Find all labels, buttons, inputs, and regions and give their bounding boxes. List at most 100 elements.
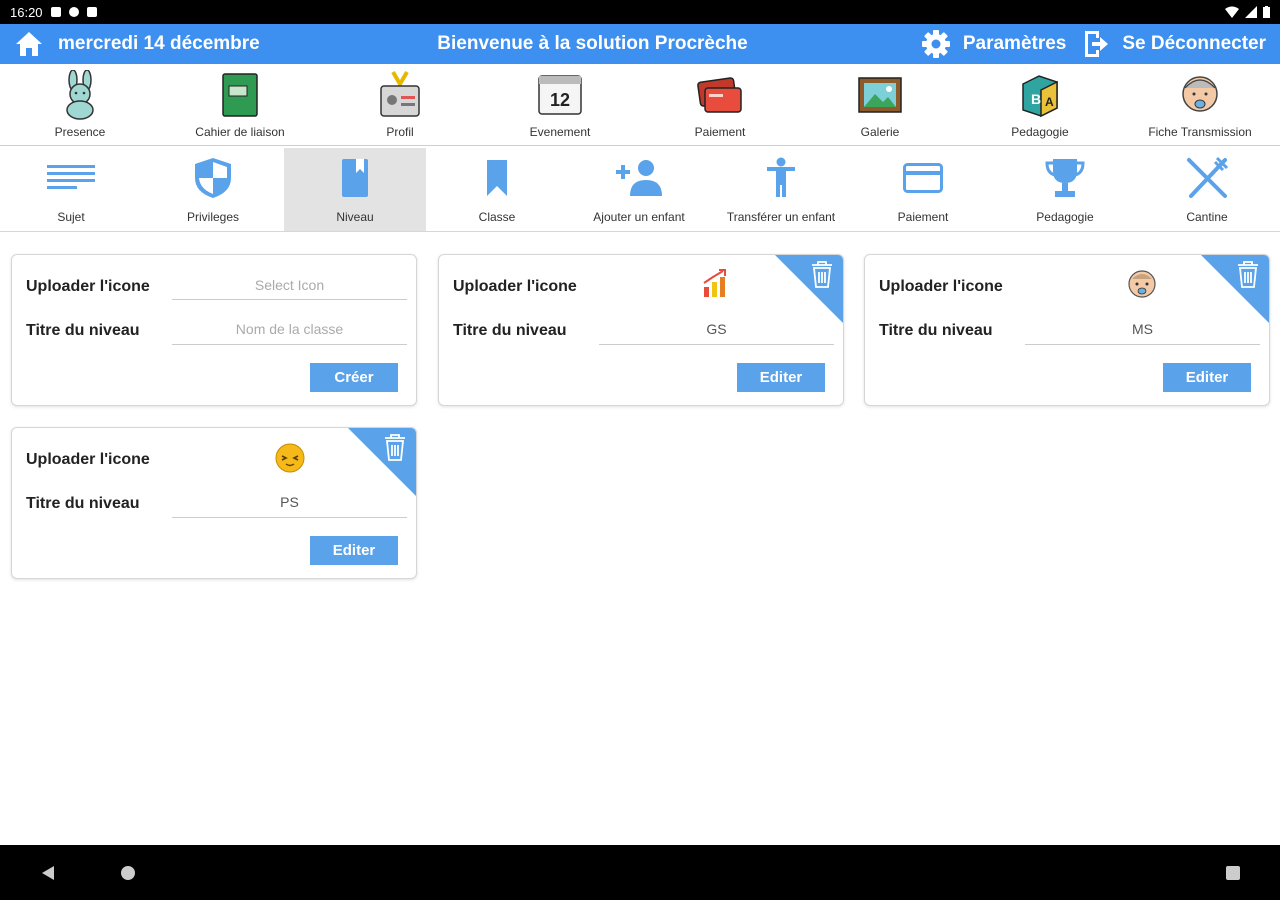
delete-button[interactable]: [1201, 255, 1269, 323]
tab-paiement[interactable]: Paiement: [852, 148, 994, 231]
module-fiche-transmission[interactable]: Fiche Transmission: [1120, 64, 1280, 145]
level-card-ps: Uploader l'icone Titre du niveau PS Edit…: [11, 427, 417, 579]
tab-label: Sujet: [57, 210, 85, 224]
level-name-value[interactable]: PS: [172, 494, 407, 510]
admin-tabs: Sujet Privileges Niveau Classe Ajouter u…: [0, 148, 1280, 232]
svg-text:A: A: [1045, 95, 1054, 109]
module-galerie[interactable]: Galerie: [800, 64, 960, 145]
calendar-icon: 12: [534, 69, 586, 121]
module-label: Paiement: [694, 125, 746, 139]
settings-button[interactable]: Paramètres: [921, 29, 1067, 59]
upload-icon-label: Uploader l'icone: [453, 278, 577, 295]
select-icon-input[interactable]: Select Icon: [172, 277, 407, 293]
edit-button[interactable]: Editer: [1163, 363, 1251, 392]
tab-sujet[interactable]: Sujet: [0, 148, 142, 231]
home-icon: [16, 32, 42, 56]
module-paiement[interactable]: Paiement: [640, 64, 800, 145]
credit-card-icon: [694, 69, 746, 121]
baby-icon: [1174, 69, 1226, 121]
input-underline: [172, 299, 407, 300]
status-bar: 16:20: [0, 0, 1280, 24]
delete-button[interactable]: [775, 255, 843, 323]
home-button[interactable]: [12, 27, 46, 61]
tab-cantine[interactable]: Cantine: [1136, 148, 1278, 231]
home-nav-icon[interactable]: [120, 865, 136, 881]
level-title-label: Titre du niveau: [26, 495, 140, 512]
tab-niveau[interactable]: Niveau: [284, 148, 426, 231]
current-date: mercredi 14 décembre: [58, 33, 260, 54]
tab-label: Pedagogie: [1036, 210, 1094, 224]
lines-icon: [47, 154, 95, 202]
tab-label: Classe: [478, 210, 516, 224]
battery-icon: [1263, 6, 1270, 18]
module-cahier-de-liaison[interactable]: Cahier de liaison: [160, 64, 320, 145]
system-nav-bar: [0, 845, 1280, 900]
level-title-label: Titre du niveau: [879, 322, 993, 339]
tab-privileges[interactable]: Privileges: [142, 148, 284, 231]
module-label: Fiche Transmission: [1148, 125, 1252, 139]
picture-icon: [854, 69, 906, 121]
edit-button[interactable]: Editer: [310, 536, 398, 565]
module-label: Presence: [54, 125, 106, 139]
tab-label: Cantine: [1186, 210, 1228, 224]
input-underline: [599, 344, 834, 345]
badge-icon: [374, 69, 426, 121]
level-title-label: Titre du niveau: [453, 322, 567, 339]
upload-icon-label: Uploader l'icone: [26, 451, 150, 468]
shield-icon: [189, 154, 237, 202]
logout-label: Se Déconnecter: [1122, 33, 1266, 54]
module-evenement[interactable]: 12 Evenement: [480, 64, 640, 145]
input-underline: [172, 517, 407, 518]
bookmark-icon: [473, 154, 521, 202]
edit-button[interactable]: Editer: [737, 363, 825, 392]
tab-label: Transférer un enfant: [726, 210, 836, 224]
level-name-input[interactable]: Nom de la classe: [172, 321, 407, 337]
utensils-icon: [1183, 154, 1231, 202]
trophy-icon: [1041, 154, 1089, 202]
level-card-gs: Uploader l'icone Titre du niveau GS Edit…: [438, 254, 844, 406]
module-label: Evenement: [529, 125, 591, 139]
chart-icon[interactable]: [701, 269, 729, 304]
input-underline: [172, 344, 407, 345]
module-pedagogie[interactable]: BA Pedagogie: [960, 64, 1120, 145]
tab-label: Paiement: [897, 210, 949, 224]
baby-face-icon[interactable]: [1127, 269, 1157, 304]
svg-text:B: B: [1031, 91, 1041, 107]
module-profil[interactable]: Profil: [320, 64, 480, 145]
bunny-icon: [54, 69, 106, 121]
delete-button[interactable]: [348, 428, 416, 496]
back-icon[interactable]: [40, 865, 56, 881]
wifi-icon: [1225, 6, 1239, 18]
tab-label: Ajouter un enfant: [593, 210, 685, 224]
level-title-label: Titre du niveau: [26, 322, 140, 339]
logout-button[interactable]: Se Déconnecter: [1082, 29, 1266, 59]
app-notification-icon: [68, 7, 79, 17]
emoji-icon[interactable]: [274, 442, 306, 479]
tab-transferer-enfant[interactable]: Transférer un enfant: [710, 148, 852, 231]
module-bar: Presence Cahier de liaison Profil 12 Eve…: [0, 64, 1280, 146]
module-label: Cahier de liaison: [195, 125, 285, 139]
upload-icon-label: Uploader l'icone: [879, 278, 1003, 295]
create-button[interactable]: Créer: [310, 363, 398, 392]
gear-icon: [921, 30, 950, 58]
card-icon: [899, 154, 947, 202]
create-level-card: Uploader l'icone Select Icon Titre du ni…: [11, 254, 417, 406]
logout-icon: [1085, 31, 1109, 57]
tab-pedagogie[interactable]: Pedagogie: [994, 148, 1136, 231]
tab-ajouter-enfant[interactable]: Ajouter un enfant: [568, 148, 710, 231]
recents-icon[interactable]: [1225, 865, 1241, 881]
module-label: Pedagogie: [1011, 125, 1069, 139]
top-bar: mercredi 14 décembre Bienvenue à la solu…: [0, 24, 1280, 64]
level-name-value[interactable]: MS: [1025, 321, 1260, 337]
child-icon: [757, 154, 805, 202]
tab-classe[interactable]: Classe: [426, 148, 568, 231]
module-label: Profil: [386, 125, 414, 139]
book-icon: [331, 154, 379, 202]
level-name-value[interactable]: GS: [599, 321, 834, 337]
settings-label: Paramètres: [962, 33, 1067, 54]
level-card-ms: Uploader l'icone Titre du niveau MS Edit…: [864, 254, 1270, 406]
notebook-icon: [214, 69, 266, 121]
module-presence[interactable]: Presence: [0, 64, 160, 145]
svg-text:12: 12: [550, 90, 570, 110]
upload-icon-label: Uploader l'icone: [26, 278, 150, 295]
